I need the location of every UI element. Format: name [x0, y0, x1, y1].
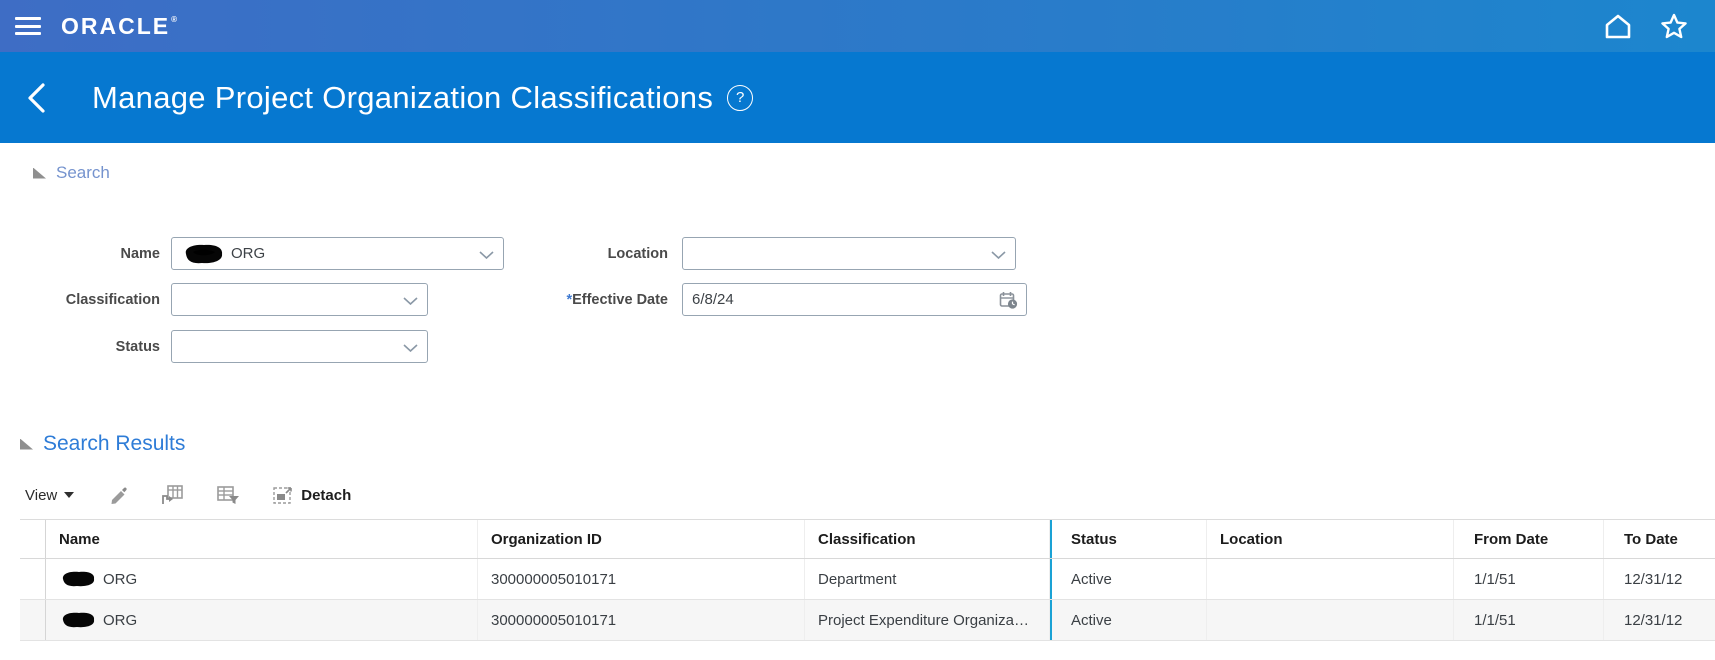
global-header-bar: ORACLE ®	[0, 0, 1715, 52]
name-label: Name	[30, 246, 160, 262]
cell-to-date: 12/31/12	[1604, 559, 1715, 599]
chevron-down-icon[interactable]	[403, 344, 418, 352]
back-arrow-icon[interactable]	[24, 80, 48, 116]
disclosure-triangle-icon	[33, 168, 46, 179]
detach-label: Detach	[301, 487, 351, 504]
effective-date-field-row: *Effective Date 6/8/24	[520, 283, 1027, 316]
cell-classification: Project Expenditure Organiza…	[805, 600, 1050, 640]
cell-name: ORG	[46, 600, 478, 640]
help-icon[interactable]: ?	[727, 85, 753, 111]
name-input[interactable]: ORG	[171, 237, 504, 270]
effective-date-input[interactable]: 6/8/24	[682, 283, 1027, 316]
chevron-down-icon[interactable]	[479, 251, 494, 259]
oracle-logo[interactable]: ORACLE ®	[61, 13, 179, 40]
table-row[interactable]: ORG 300000005010171 Project Expenditure …	[20, 600, 1715, 641]
filter-table-icon[interactable]	[216, 484, 240, 506]
cell-to-date: 12/31/12	[1604, 600, 1715, 640]
row-header-gutter	[20, 520, 46, 558]
results-table: Name Organization ID Classification Stat…	[20, 519, 1715, 641]
column-header-to-date[interactable]: To Date	[1604, 520, 1715, 558]
page-title: Manage Project Organization Classificati…	[92, 80, 713, 116]
location-label: Location	[520, 246, 668, 262]
view-menu-label: View	[25, 487, 57, 504]
classification-field-row: Classification	[30, 283, 428, 316]
location-field-row: Location	[520, 237, 1016, 270]
status-label: Status	[30, 339, 160, 355]
registered-mark: ®	[171, 15, 179, 24]
classification-label: Classification	[30, 292, 160, 308]
results-toolbar: View Detach	[25, 478, 351, 512]
search-results-section-toggle[interactable]: Search Results	[20, 432, 185, 456]
cell-name: ORG	[46, 559, 478, 599]
navigation-menu-icon[interactable]	[15, 17, 41, 35]
home-icon[interactable]	[1603, 12, 1633, 40]
row-selector-cell[interactable]	[20, 559, 46, 599]
query-by-example-icon[interactable]	[160, 484, 184, 506]
search-section-toggle[interactable]: Search	[33, 163, 110, 183]
oracle-logo-text: ORACLE	[61, 13, 170, 40]
cell-from-date: 1/1/51	[1454, 559, 1604, 599]
edit-pencil-icon[interactable]	[106, 484, 128, 506]
column-header-from-date[interactable]: From Date	[1454, 520, 1604, 558]
row-selector-cell[interactable]	[20, 600, 46, 640]
status-field-row: Status	[30, 330, 428, 363]
redaction-scribble	[59, 569, 97, 589]
detach-button[interactable]: Detach	[272, 484, 351, 506]
cell-organization-id: 300000005010171	[478, 600, 805, 640]
page-header: Manage Project Organization Classificati…	[0, 52, 1715, 143]
column-header-name[interactable]: Name	[46, 520, 478, 558]
location-input[interactable]	[682, 237, 1016, 270]
column-header-classification[interactable]: Classification	[805, 520, 1050, 558]
date-picker-icon[interactable]	[999, 291, 1019, 310]
name-field-row: Name ORG	[30, 237, 504, 270]
effective-date-value: 6/8/24	[692, 291, 734, 308]
redaction-scribble	[181, 242, 225, 266]
column-header-location[interactable]: Location	[1207, 520, 1454, 558]
classification-input[interactable]	[171, 283, 428, 316]
column-header-status[interactable]: Status	[1050, 520, 1207, 558]
column-header-organization-id[interactable]: Organization ID	[478, 520, 805, 558]
search-section-label: Search	[56, 163, 110, 183]
redaction-scribble	[59, 610, 97, 630]
cell-from-date: 1/1/51	[1454, 600, 1604, 640]
cell-classification: Department	[805, 559, 1050, 599]
table-row[interactable]: ORG 300000005010171 Department Active 1/…	[20, 559, 1715, 600]
disclosure-triangle-icon	[20, 439, 33, 450]
chevron-down-icon[interactable]	[403, 297, 418, 305]
cell-organization-id: 300000005010171	[478, 559, 805, 599]
cell-status: Active	[1050, 559, 1207, 599]
cell-location	[1207, 559, 1454, 599]
effective-date-label: *Effective Date	[520, 292, 668, 308]
caret-down-icon	[64, 492, 74, 498]
chevron-down-icon[interactable]	[991, 251, 1006, 259]
cell-status: Active	[1050, 600, 1207, 640]
search-results-section-label: Search Results	[43, 432, 185, 456]
view-menu-button[interactable]: View	[25, 487, 74, 504]
detach-icon	[272, 484, 294, 506]
favorites-star-icon[interactable]	[1659, 12, 1689, 41]
table-header-row: Name Organization ID Classification Stat…	[20, 520, 1715, 559]
name-value: ORG	[231, 245, 265, 262]
cell-location	[1207, 600, 1454, 640]
status-input[interactable]	[171, 330, 428, 363]
